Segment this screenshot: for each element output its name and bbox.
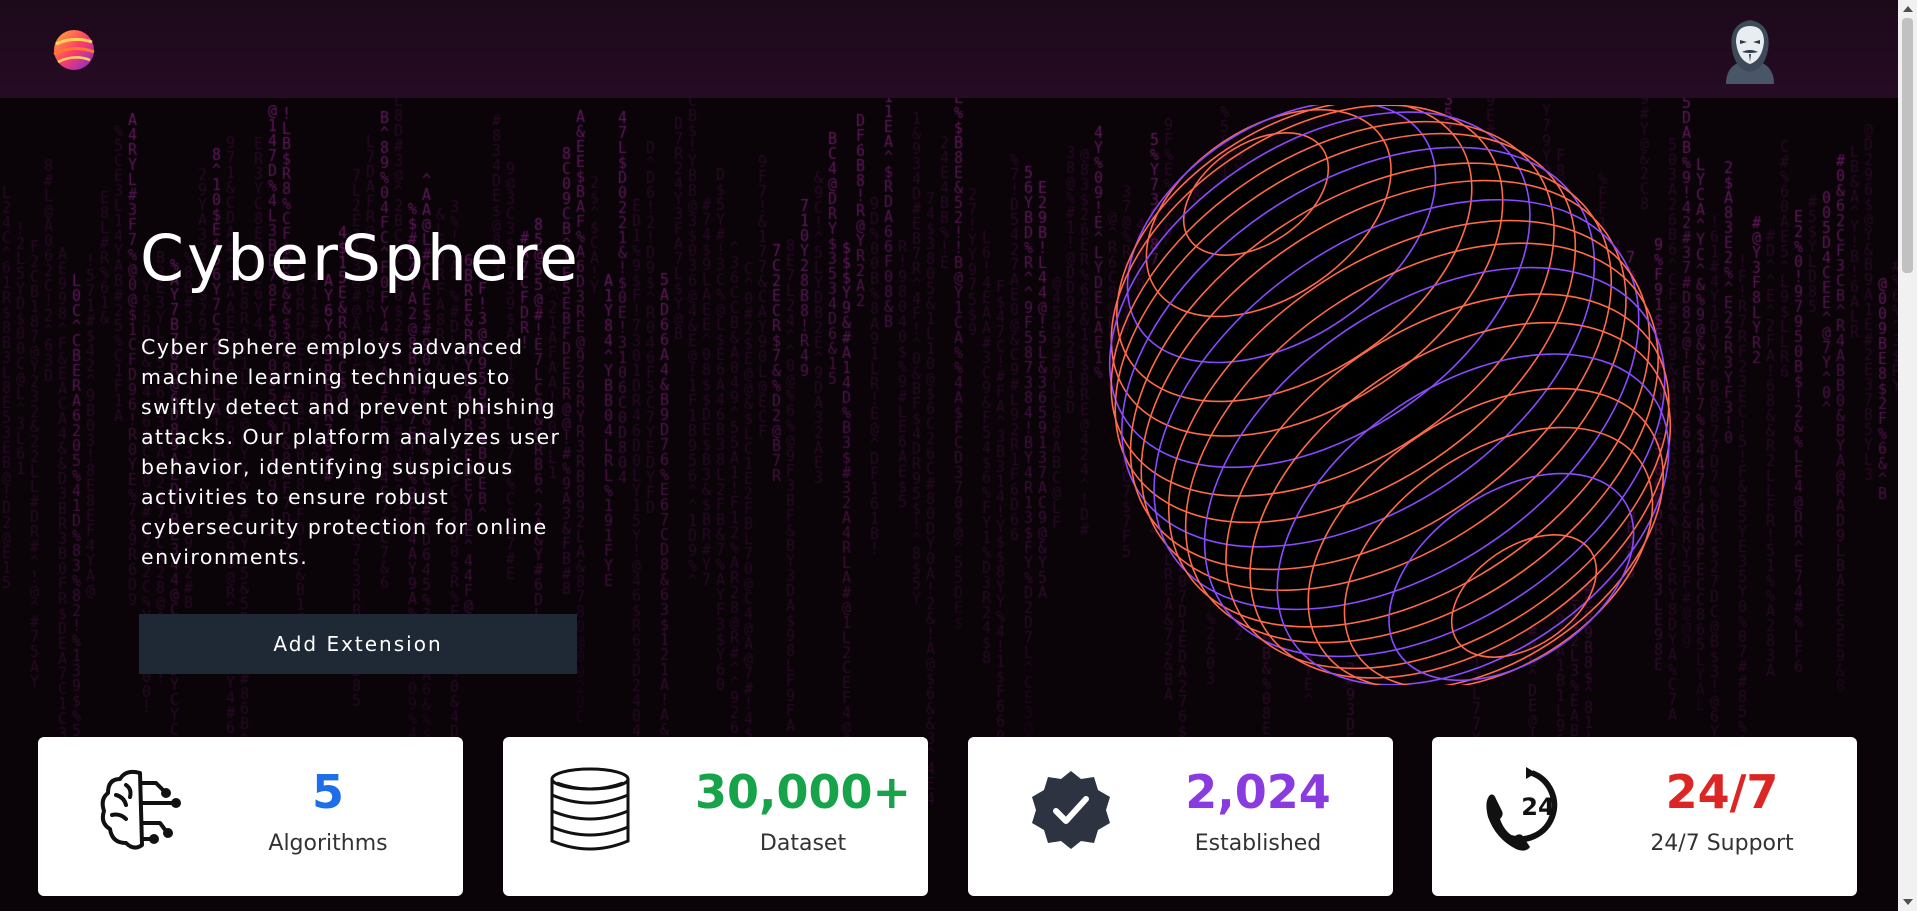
stat-value: 30,000+ [694, 765, 912, 819]
stat-label: 24/7 Support [1650, 831, 1794, 856]
page-title: CyberSphere [140, 222, 581, 295]
add-extension-button[interactable]: Add Extension [139, 614, 577, 674]
top-navbar [0, 0, 1898, 98]
stat-label: Dataset [759, 831, 847, 856]
support-24-phone-icon: 24 [1486, 767, 1558, 851]
scroll-down-arrow-icon[interactable] [1903, 899, 1913, 905]
database-icon [550, 767, 630, 851]
stat-label: Established [1194, 831, 1322, 856]
stat-card-dataset: 30,000+ Dataset [503, 737, 928, 896]
scroll-up-arrow-icon[interactable] [1903, 6, 1913, 12]
stat-card-support: 24 24/7 24/7 Support [1432, 737, 1857, 896]
planet-logo-icon[interactable] [50, 28, 98, 72]
brain-circuit-icon [100, 769, 181, 850]
anonymous-mask-avatar-icon[interactable] [1718, 14, 1782, 84]
verified-badge-icon [1032, 771, 1110, 849]
hero-description: Cyber Sphere employs advanced machine le… [141, 335, 561, 569]
stat-value: 24/7 [1665, 765, 1779, 819]
scrollbar-thumb[interactable] [1902, 18, 1913, 273]
stat-label: Algorithms [268, 831, 388, 856]
stat-card-established: 2,024 Established [968, 737, 1393, 896]
svg-text:24: 24 [1521, 793, 1554, 821]
page-scrollbar[interactable] [1898, 0, 1917, 911]
stat-card-algorithms: 5 Algorithms [38, 737, 463, 896]
stat-value: 2,024 [1185, 765, 1331, 819]
wireframe-sphere-graphic [1108, 105, 1672, 685]
stat-value: 5 [311, 765, 344, 819]
